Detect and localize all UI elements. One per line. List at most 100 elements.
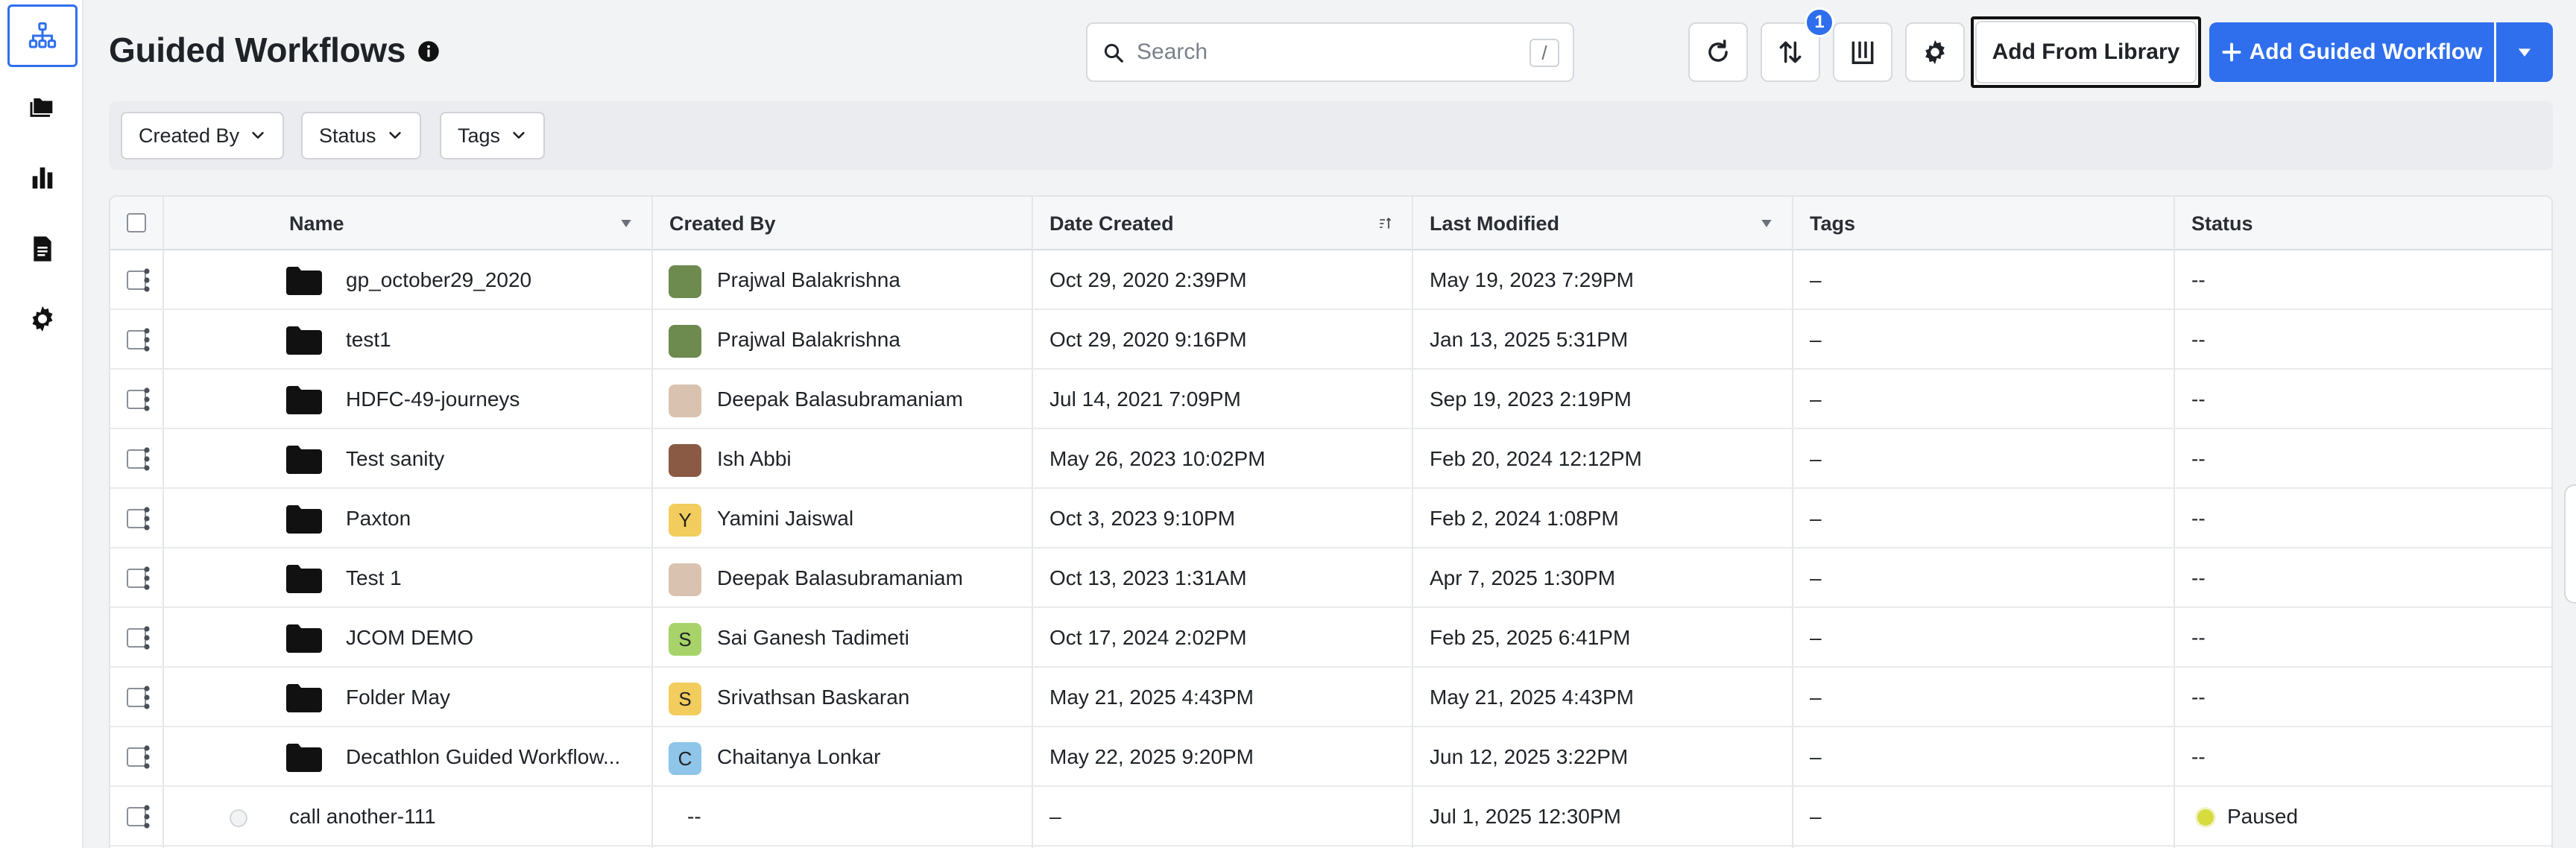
table-row[interactable]: call another-111 -- – Jul 1, 2025 12:30PM – P… <box>110 787 2551 847</box>
header-name[interactable]: Name <box>289 197 344 250</box>
select-all-checkbox[interactable] <box>127 213 146 232</box>
row-date-created: May 22, 2025 9:20PM <box>1049 745 1254 768</box>
row-created-by: Prajwal Balakrishna <box>717 328 900 351</box>
search-box[interactable]: / <box>1086 22 1574 82</box>
header-tags[interactable]: Tags <box>1810 197 1855 250</box>
chevron-down-icon <box>252 132 264 139</box>
table-row[interactable]: Test 1 Deepak Balasubramaniam Oct 13, 2023… <box>110 548 2551 608</box>
table-row[interactable]: Decathlon Guided Workflow... C Chaitanya L… <box>110 727 2551 787</box>
avatar: S <box>669 683 701 715</box>
row-last-modified: Jul 1, 2025 12:30PM <box>1430 805 1621 828</box>
more-options-icon[interactable] <box>136 505 158 532</box>
more-options-icon[interactable] <box>136 565 158 592</box>
sidebar-item-folders[interactable] <box>7 75 78 137</box>
folder-icon <box>286 684 322 712</box>
sidebar-item-documents[interactable] <box>7 218 78 280</box>
more-options-icon[interactable] <box>136 446 158 472</box>
row-last-modified: Feb 20, 2024 12:12PM <box>1430 447 1642 470</box>
more-options-icon[interactable] <box>136 326 158 353</box>
more-options-icon[interactable] <box>136 267 158 294</box>
sort-arrows-icon <box>1779 41 1802 63</box>
sidebar-item-guided-workflows[interactable] <box>7 4 78 67</box>
add-from-library-button[interactable]: Add From Library <box>1971 16 2201 88</box>
refresh-button[interactable] <box>1688 22 1748 82</box>
side-panel-handle[interactable] <box>2564 484 2576 604</box>
row-name[interactable]: test1 <box>346 310 644 370</box>
row-created-by: Chaitanya Lonkar <box>717 745 881 768</box>
row-name[interactable]: Folder May <box>346 668 644 727</box>
more-options-icon[interactable] <box>136 803 158 830</box>
more-options-icon[interactable] <box>136 624 158 651</box>
row-name[interactable]: call another-111 <box>289 787 640 847</box>
row-date-created: May 21, 2025 4:43PM <box>1049 686 1254 709</box>
folder-icon <box>286 624 322 653</box>
row-status: -- <box>2191 328 2206 351</box>
header-status[interactable]: Status <box>2191 197 2253 250</box>
refresh-icon <box>1708 39 1728 62</box>
search-input[interactable] <box>1137 34 1494 70</box>
header-created-by[interactable]: Created By <box>669 197 776 250</box>
columns-button[interactable] <box>1833 22 1892 82</box>
row-name[interactable]: JCOM DEMO <box>346 608 644 668</box>
sidebar-item-analytics[interactable] <box>7 146 78 209</box>
row-status: -- <box>2191 566 2206 589</box>
row-name[interactable]: gp_october29_2020 <box>346 250 644 310</box>
row-date-created: Oct 17, 2024 2:02PM <box>1049 626 1247 649</box>
page-title: Guided Workflows <box>109 31 406 69</box>
plus-icon <box>2222 42 2241 62</box>
header-date-created[interactable]: Date Created <box>1049 197 1174 250</box>
sidebar-item-settings[interactable] <box>7 288 78 350</box>
row-created-by: Yamini Jaiswal <box>717 507 854 530</box>
search-shortcut-hint: / <box>1530 39 1559 67</box>
row-date-created: May 26, 2023 10:02PM <box>1049 447 1266 470</box>
columns-icon <box>1852 41 1874 64</box>
table-row[interactable]: HDFC-49-journeys Deepak Balasubramaniam Ju… <box>110 370 2551 429</box>
add-workflow-dropdown-button[interactable] <box>2496 22 2553 82</box>
row-tags: – <box>1810 805 1822 828</box>
row-last-modified: Jun 12, 2025 3:22PM <box>1430 745 1629 768</box>
filter-caret-icon[interactable] <box>619 216 634 231</box>
table-row[interactable]: JCOM DEMO S Sai Ganesh Tadimeti Oct 17, 202… <box>110 608 2551 668</box>
folder-icon <box>286 267 322 295</box>
settings-button[interactable] <box>1905 22 1965 82</box>
row-status: Paused <box>2227 805 2298 828</box>
row-created-by: Prajwal Balakrishna <box>717 268 900 291</box>
gear-icon <box>1925 39 1945 65</box>
avatar: Y <box>669 504 701 537</box>
table-row[interactable]: Paxton Y Yamini Jaiswal Oct 3, 2023 9:10PM F… <box>110 489 2551 548</box>
more-options-icon[interactable] <box>136 386 158 413</box>
row-date-created: Jul 14, 2021 7:09PM <box>1049 387 1241 411</box>
row-tags: – <box>1810 507 1822 530</box>
row-last-modified: Feb 25, 2025 6:41PM <box>1430 626 1631 649</box>
filter-created-by[interactable]: Created By <box>121 112 285 159</box>
filter-tags-label: Tags <box>458 124 501 147</box>
filter-status[interactable]: Status <box>301 112 421 159</box>
filter-tags[interactable]: Tags <box>440 112 546 159</box>
sort-count-badge: 1 <box>1805 7 1834 37</box>
filter-caret-icon[interactable] <box>1759 216 1774 231</box>
row-status: -- <box>2191 507 2206 530</box>
table-row[interactable]: Test sanity Ish Abbi May 26, 2023 10:02PM F… <box>110 429 2551 489</box>
sort-ascending-icon[interactable] <box>1377 216 1392 231</box>
header-last-modified[interactable]: Last Modified <box>1430 197 1559 250</box>
row-name[interactable]: Paxton <box>346 489 644 548</box>
table-row[interactable]: Folder May S Srivathsan Baskaran May 21, 20… <box>110 668 2551 727</box>
row-name[interactable]: Test 1 <box>346 548 644 608</box>
table-row[interactable]: gp_october29_2020 Prajwal Balakrishna Oct … <box>110 250 2551 310</box>
row-name[interactable]: HDFC-49-journeys <box>346 370 644 429</box>
add-guided-workflow-label: Add Guided Workflow <box>2249 39 2483 64</box>
info-icon[interactable] <box>417 40 440 63</box>
folder-icon <box>286 744 322 772</box>
more-options-icon[interactable] <box>136 744 158 771</box>
row-name[interactable]: Decathlon Guided Workflow... <box>346 727 644 787</box>
add-guided-workflow-button[interactable]: Add Guided Workflow <box>2209 22 2494 82</box>
bar-chart-icon <box>32 167 53 189</box>
more-options-icon[interactable] <box>136 684 158 711</box>
row-date-created: Oct 3, 2023 9:10PM <box>1049 507 1236 530</box>
row-tags: – <box>1810 745 1822 768</box>
row-last-modified: Jan 13, 2025 5:31PM <box>1430 328 1629 351</box>
row-tags: – <box>1810 566 1822 589</box>
table-row[interactable]: test1 Prajwal Balakrishna Oct 29, 2020 9:1… <box>110 310 2551 370</box>
row-name[interactable]: Test sanity <box>346 429 644 489</box>
row-status: -- <box>2191 745 2206 768</box>
